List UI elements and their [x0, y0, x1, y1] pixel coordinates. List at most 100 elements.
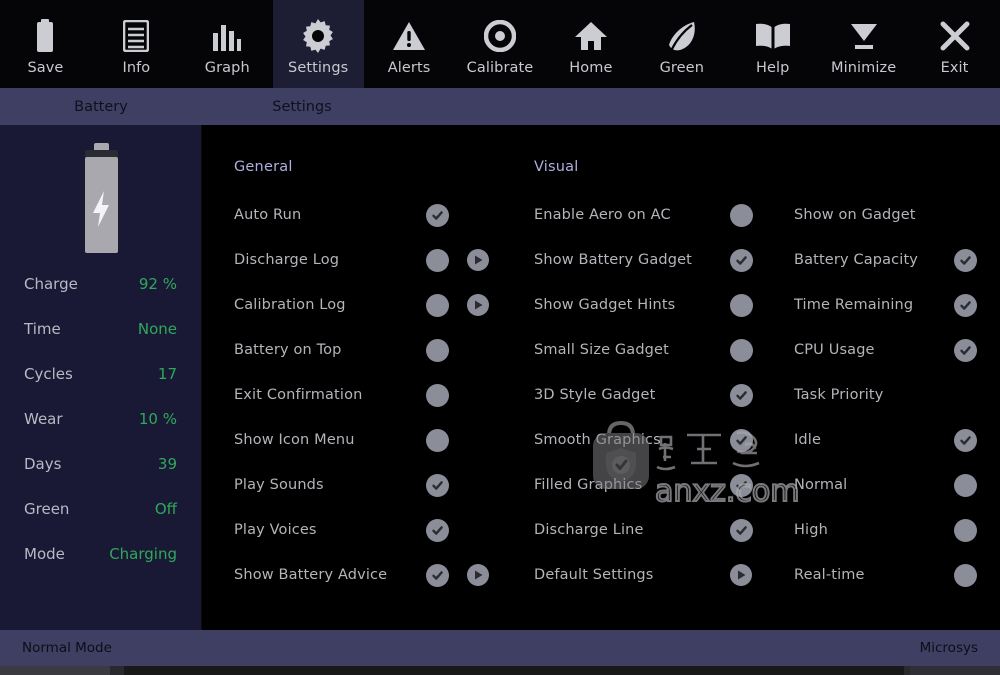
toggle-real-time[interactable]	[954, 563, 977, 587]
toolbar-button-label: Settings	[288, 60, 349, 77]
toolbar-button-calibrate[interactable]: Calibrate	[455, 0, 546, 88]
stat-label: Time	[24, 320, 61, 338]
option-controls	[730, 564, 752, 586]
battery-graphic	[0, 125, 201, 275]
toggle-small-size-gadget[interactable]	[730, 338, 753, 362]
option-controls	[954, 338, 977, 362]
list-icon	[116, 18, 156, 54]
option-controls	[730, 473, 753, 497]
option-controls	[426, 338, 449, 362]
toggle-discharge-line[interactable]	[730, 518, 753, 542]
stat-value: 17	[157, 365, 177, 383]
stat-value: Off	[154, 500, 177, 518]
option-label: Show Gadget Hints	[534, 297, 676, 313]
option-controls	[730, 518, 753, 542]
option-label: Battery Capacity	[794, 252, 919, 268]
option-row-play-sounds: Play Sounds	[234, 473, 504, 497]
option-row-exit-confirmation: Exit Confirmation	[234, 383, 504, 407]
gadget-heading-label: Show on Gadget	[794, 207, 916, 223]
task-priority-heading: Task Priority	[794, 384, 994, 406]
option-controls	[954, 248, 977, 272]
option-label: Enable Aero on AC	[534, 207, 671, 223]
toggle-3d-style-gadget[interactable]	[730, 383, 753, 407]
gear-icon	[298, 18, 338, 54]
toggle-enable-aero-on-ac[interactable]	[730, 203, 753, 227]
toolbar-button-settings[interactable]: Settings	[272, 0, 364, 88]
option-row-discharge-line: Discharge Line	[534, 518, 774, 542]
toggle-show-icon-menu[interactable]	[426, 428, 449, 452]
general-heading: General	[234, 159, 293, 175]
option-row-enable-aero-on-ac: Enable Aero on AC	[534, 203, 774, 227]
toggle-smooth-graphics[interactable]	[730, 428, 753, 452]
toolbar-button-minimize[interactable]: Minimize	[818, 0, 909, 88]
toggle-show-gadget-hints[interactable]	[730, 293, 753, 317]
option-label: Filled Graphics	[534, 477, 643, 493]
background-window-strip	[0, 666, 1000, 675]
toggle-calibration-log[interactable]	[426, 293, 449, 317]
option-controls	[954, 563, 977, 587]
toolbar-button-label: Minimize	[830, 60, 897, 77]
toolbar-button-exit[interactable]: Exit	[909, 0, 1000, 88]
toggle-play-voices[interactable]	[426, 518, 449, 542]
toolbar-button-alerts[interactable]: Alerts	[364, 0, 455, 88]
stat-row-cycles: Cycles 17	[24, 365, 177, 410]
tab-settings[interactable]: Settings	[202, 99, 402, 115]
option-label: Default Settings	[534, 567, 654, 583]
toggle-idle[interactable]	[954, 428, 977, 452]
option-row-calibration-log: Calibration Log	[234, 293, 504, 317]
toolbar-button-save[interactable]: Save	[0, 0, 91, 88]
toolbar-button-label: Green	[659, 60, 704, 77]
toggle-high[interactable]	[954, 518, 977, 542]
toolbar-button-help[interactable]: Help	[727, 0, 818, 88]
option-label: Normal	[794, 477, 848, 493]
option-label: Small Size Gadget	[534, 342, 669, 358]
toggle-show-battery-gadget[interactable]	[730, 248, 753, 272]
toggle-cpu-usage[interactable]	[954, 338, 977, 362]
toolbar-button-home[interactable]: Home	[545, 0, 636, 88]
option-row-normal: Normal	[794, 473, 994, 497]
main-toolbar: Save Info Graph Settings Alerts Calibrate Home…	[0, 0, 1000, 88]
content-area: Charge 92 % Time None Cycles 17 Wear 10 % Days 39…	[0, 125, 1000, 630]
option-label: Play Sounds	[234, 477, 324, 493]
option-controls	[426, 203, 449, 227]
option-row-time-remaining: Time Remaining	[794, 293, 994, 317]
play-button-calibration-log[interactable]	[467, 294, 489, 316]
home-icon	[571, 18, 611, 54]
toolbar-button-info[interactable]: Info	[91, 0, 182, 88]
toolbar-button-label: Info	[122, 60, 151, 77]
toggle-auto-run[interactable]	[426, 203, 449, 227]
toolbar-button-graph[interactable]: Graph	[182, 0, 273, 88]
option-row-play-voices: Play Voices	[234, 518, 504, 542]
toggle-normal[interactable]	[954, 473, 977, 497]
toggle-show-battery-advice[interactable]	[426, 563, 449, 587]
option-controls	[954, 518, 977, 542]
toggle-time-remaining[interactable]	[954, 293, 977, 317]
option-label: Discharge Log	[234, 252, 340, 268]
toolbar-button-green[interactable]: Green	[636, 0, 727, 88]
option-row-idle: Idle	[794, 428, 994, 452]
toggle-discharge-log[interactable]	[426, 248, 449, 272]
stat-label: Green	[24, 500, 70, 518]
option-label: Show Battery Gadget	[534, 252, 692, 268]
play-button-discharge-log[interactable]	[467, 249, 489, 271]
gadget-column: Show on Gadget Battery Capacity Time Remai…	[794, 125, 994, 630]
play-button-default-settings[interactable]	[730, 564, 752, 586]
play-button-show-battery-advice[interactable]	[467, 564, 489, 586]
stat-row-green: Green Off	[24, 500, 177, 545]
toolbar-button-label: Help	[755, 60, 790, 77]
book-icon	[753, 18, 793, 54]
option-label: Battery on Top	[234, 342, 342, 358]
option-controls	[426, 563, 489, 587]
toggle-filled-graphics[interactable]	[730, 473, 753, 497]
option-label: Show Icon Menu	[234, 432, 355, 448]
toggle-play-sounds[interactable]	[426, 473, 449, 497]
battery-icon	[25, 18, 65, 54]
toggle-battery-on-top[interactable]	[426, 338, 449, 362]
option-row-3d-style-gadget: 3D Style Gadget	[534, 383, 774, 407]
toggle-battery-capacity[interactable]	[954, 248, 977, 272]
option-row-show-battery-gadget: Show Battery Gadget	[534, 248, 774, 272]
tab-battery[interactable]: Battery	[0, 99, 202, 115]
option-row-battery-on-top: Battery on Top	[234, 338, 504, 362]
toggle-exit-confirmation[interactable]	[426, 383, 449, 407]
toolbar-button-label: Save	[27, 60, 64, 77]
